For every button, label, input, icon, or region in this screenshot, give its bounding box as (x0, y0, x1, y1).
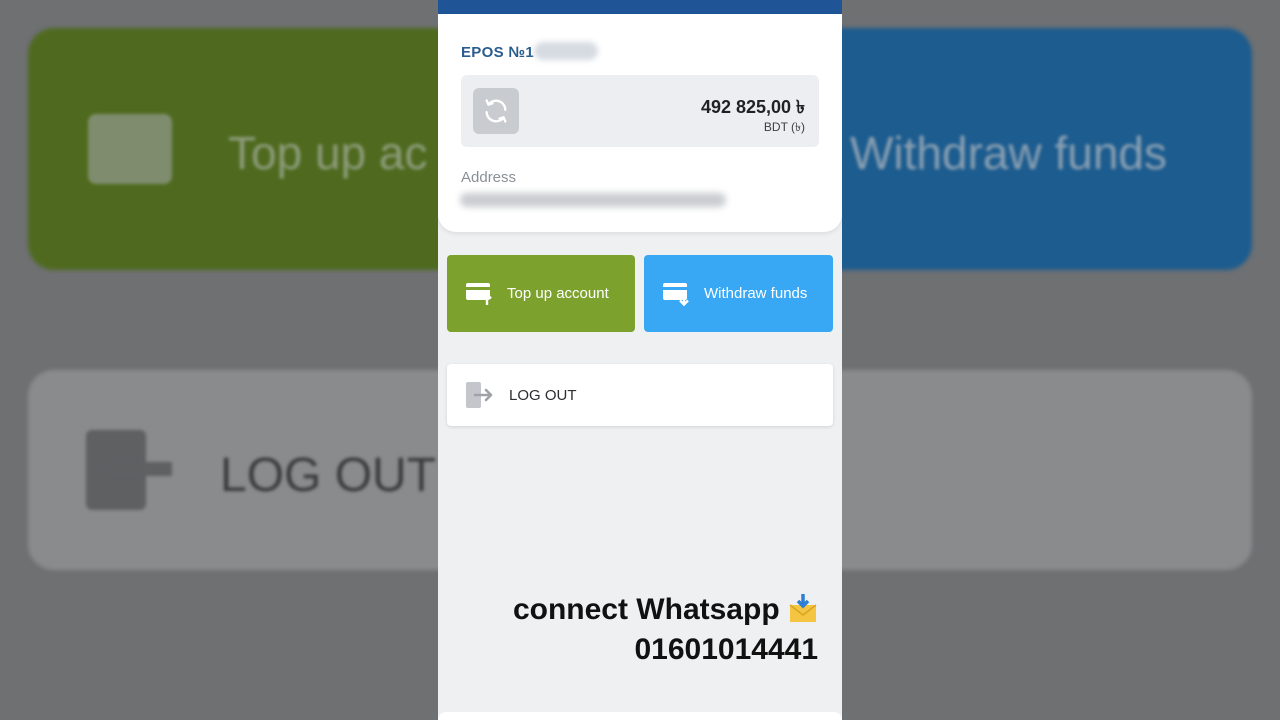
bg-top-up-text: Top up ac (228, 127, 428, 179)
logout-label: LOG OUT (509, 386, 577, 404)
envelope-arrow-icon (788, 593, 818, 632)
withdraw-funds-button[interactable]: Withdraw funds (644, 255, 833, 332)
card-download-icon (662, 281, 692, 307)
withdraw-funds-label: Withdraw funds (704, 285, 808, 302)
top-up-account-label: Top up account (507, 285, 609, 302)
bg-card-icon (88, 114, 172, 184)
balance-currency: BDT (৳) (763, 120, 805, 134)
address-value-redacted (460, 193, 726, 207)
bg-logout-text: LOG OUT (220, 449, 437, 502)
bg-arrow-icon (112, 462, 172, 476)
refresh-icon (485, 99, 507, 123)
account-number-redacted (534, 42, 598, 60)
phone-screen: EPOS №1 492 825,00 ৳ BDT (৳) Address Top… (438, 0, 842, 720)
bg-withdraw-text: Withdraw funds (850, 127, 1168, 179)
logout-icon (465, 381, 495, 409)
overlay-line1: connect Whatsapp (512, 593, 780, 626)
refresh-button[interactable] (473, 88, 519, 134)
top-up-account-button[interactable]: Top up account (447, 255, 635, 332)
balance-box: 492 825,00 ৳ BDT (৳) (461, 75, 819, 147)
bottom-sheet-edge (438, 712, 842, 720)
account-card: EPOS №1 492 825,00 ৳ BDT (৳) Address (438, 14, 842, 232)
address-label: Address (461, 169, 517, 186)
top-app-bar (438, 0, 842, 14)
logout-button[interactable]: LOG OUT (447, 364, 833, 426)
account-title: EPOS №1 (461, 44, 535, 61)
whatsapp-overlay: connect Whatsapp 01601014441 (438, 592, 818, 668)
overlay-line2: 01601014441 (634, 633, 818, 666)
card-upload-icon (465, 281, 495, 307)
